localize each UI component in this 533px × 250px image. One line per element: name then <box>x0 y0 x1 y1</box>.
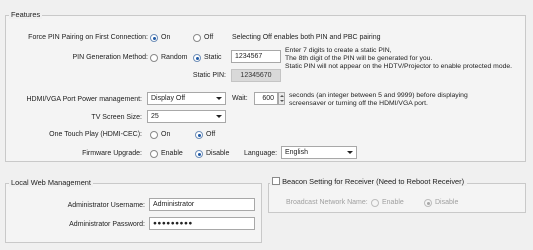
port-hint-line-2: screensaver or turning off the HDMI/VGA … <box>289 100 428 107</box>
static-pin-label: Static PIN: <box>192 72 226 79</box>
admin-password-label: Administrator Password: <box>69 221 145 228</box>
force-pin-hint: Selecting Off enables both PIN and PBC p… <box>232 34 381 41</box>
pin-random-radio[interactable] <box>150 54 158 62</box>
pin-static-radio[interactable] <box>193 54 201 62</box>
pin-hint-line-2: The 8th digit of the PIN will be generat… <box>285 55 433 62</box>
web-mgmt-legend: Local Web Management <box>9 178 93 187</box>
firmware-enable-radio[interactable] <box>150 150 158 158</box>
language-value: English <box>285 149 308 156</box>
pin-method-hint: Enter 7 digits to create a static PIN, T… <box>285 47 512 71</box>
wait-spinner[interactable] <box>278 92 285 105</box>
tv-size-value: 25 <box>151 113 159 120</box>
static-pin-input[interactable]: 1234567 <box>231 50 281 63</box>
firmware-disable-radio[interactable] <box>195 150 203 158</box>
force-pin-on-label[interactable]: On <box>161 34 170 41</box>
wait-input[interactable]: 600 <box>254 92 278 105</box>
port-power-label: HDMI/VGA Port Power management: <box>26 96 142 103</box>
chevron-down-icon <box>347 151 353 154</box>
force-pin-off-label[interactable]: Off <box>204 34 213 41</box>
port-power-value: Display Off <box>151 95 186 102</box>
beacon-enable-label[interactable]: Enable <box>382 199 404 206</box>
firmware-disable-label[interactable]: Disable <box>206 150 229 157</box>
pin-hint-line-3: Static PIN will not appear on the HDTV/P… <box>285 63 513 70</box>
force-pin-off-radio[interactable] <box>193 34 201 42</box>
firmware-label: Firmware Upgrade: <box>82 150 142 157</box>
web-mgmt-section <box>5 183 262 243</box>
language-select[interactable]: English <box>281 146 357 159</box>
firmware-enable-label[interactable]: Enable <box>161 150 183 157</box>
pin-random-label[interactable]: Random <box>161 54 187 61</box>
static-pin-display: 12345670 <box>231 69 281 82</box>
beacon-legend[interactable]: Beacon Setting for Receiver (Need to Reb… <box>282 177 464 186</box>
one-touch-on-radio[interactable] <box>150 131 158 139</box>
force-pin-label: Force PIN Pairing on First Connection: <box>28 34 148 41</box>
pin-static-label[interactable]: Static <box>204 54 222 61</box>
chevron-down-icon <box>216 97 222 100</box>
beacon-disable-label[interactable]: Disable <box>435 199 458 206</box>
admin-username-label: Administrator Username: <box>67 202 145 209</box>
pin-hint-line-1: Enter 7 digits to create a static PIN, <box>285 47 392 54</box>
spin-down-icon[interactable] <box>280 100 284 102</box>
beacon-enable-radio[interactable] <box>371 199 379 207</box>
one-touch-off-radio[interactable] <box>195 131 203 139</box>
one-touch-label: One Touch Play (HDMI-CEC): <box>49 131 142 138</box>
wait-label: Wait: <box>232 95 248 102</box>
port-power-select[interactable]: Display Off <box>147 92 226 105</box>
beacon-legend-wrap: Beacon Setting for Receiver (Need to Reb… <box>270 177 468 187</box>
spin-up-icon[interactable] <box>280 95 284 97</box>
pin-method-label: PIN Generation Method: <box>72 54 149 61</box>
chevron-down-icon <box>216 115 222 118</box>
broadcast-name-label: Broadcast Network Name: <box>286 199 368 206</box>
tv-size-label: TV Screen Size: <box>91 114 142 121</box>
tv-size-select[interactable]: 25 <box>147 110 226 123</box>
force-pin-on-radio[interactable] <box>150 34 158 42</box>
one-touch-on-label[interactable]: On <box>161 131 170 138</box>
language-label: Language: <box>244 150 278 157</box>
one-touch-off-label[interactable]: Off <box>206 131 215 138</box>
beacon-disable-radio[interactable] <box>424 199 432 207</box>
port-power-hint: seconds (an integer between 5 and 9999) … <box>289 92 468 108</box>
beacon-section <box>268 183 526 213</box>
features-legend: Features <box>9 10 43 19</box>
admin-username-input[interactable]: Administrator <box>149 198 255 211</box>
port-hint-line-1: seconds (an integer between 5 and 9999) … <box>289 92 468 99</box>
admin-password-input[interactable]: ●●●●●●●●● <box>149 217 255 230</box>
beacon-checkbox[interactable] <box>272 177 280 186</box>
